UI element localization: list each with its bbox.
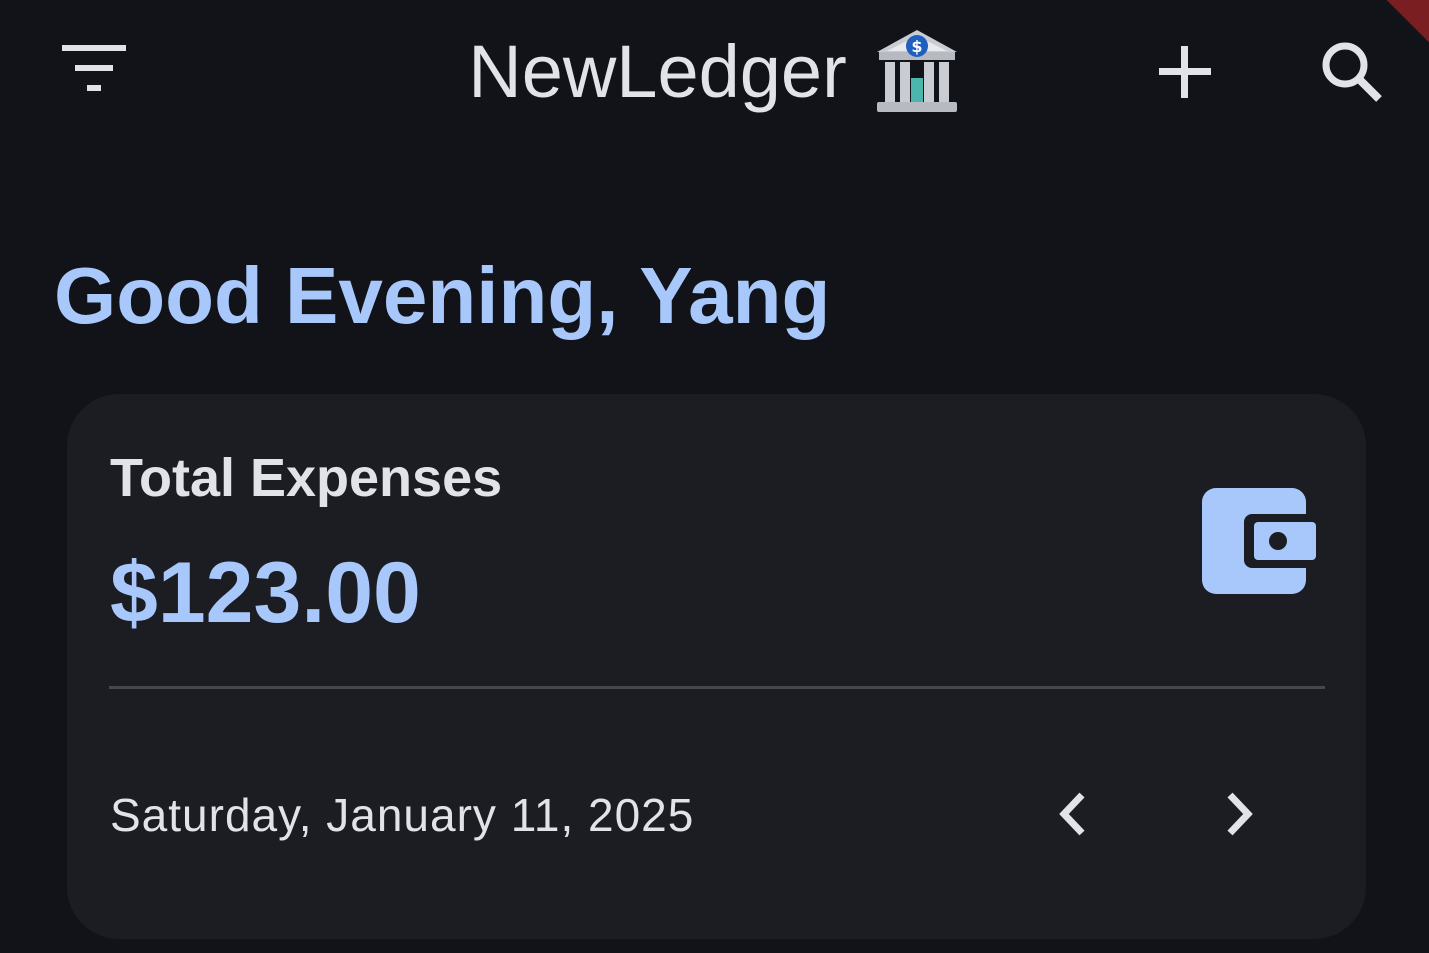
add-button[interactable]: [1137, 24, 1233, 120]
total-expenses-amount: $123.00: [110, 545, 421, 641]
app-title-text: NewLedger: [468, 30, 847, 113]
app-bar: NewLedger $: [0, 0, 1429, 145]
bank-icon: $: [876, 30, 957, 112]
card-divider: [109, 686, 1325, 689]
current-date: Saturday, January 11, 2025: [110, 789, 695, 841]
chevron-left-icon: [1059, 792, 1085, 836]
next-day-button[interactable]: [1192, 766, 1288, 862]
total-expenses-label: Total Expenses: [110, 448, 503, 508]
search-button[interactable]: [1304, 24, 1400, 120]
search-icon: [1322, 42, 1382, 102]
wallet-icon: [1202, 488, 1316, 594]
chevron-right-icon: [1227, 792, 1253, 836]
previous-day-button[interactable]: [1024, 766, 1120, 862]
add-icon: [1159, 46, 1211, 98]
svg-text:$: $: [911, 37, 922, 56]
home-screen: NewLedger $ Good Evening, Yang Total Exp…: [0, 0, 1429, 953]
greeting-heading: Good Evening, Yang: [54, 251, 831, 340]
